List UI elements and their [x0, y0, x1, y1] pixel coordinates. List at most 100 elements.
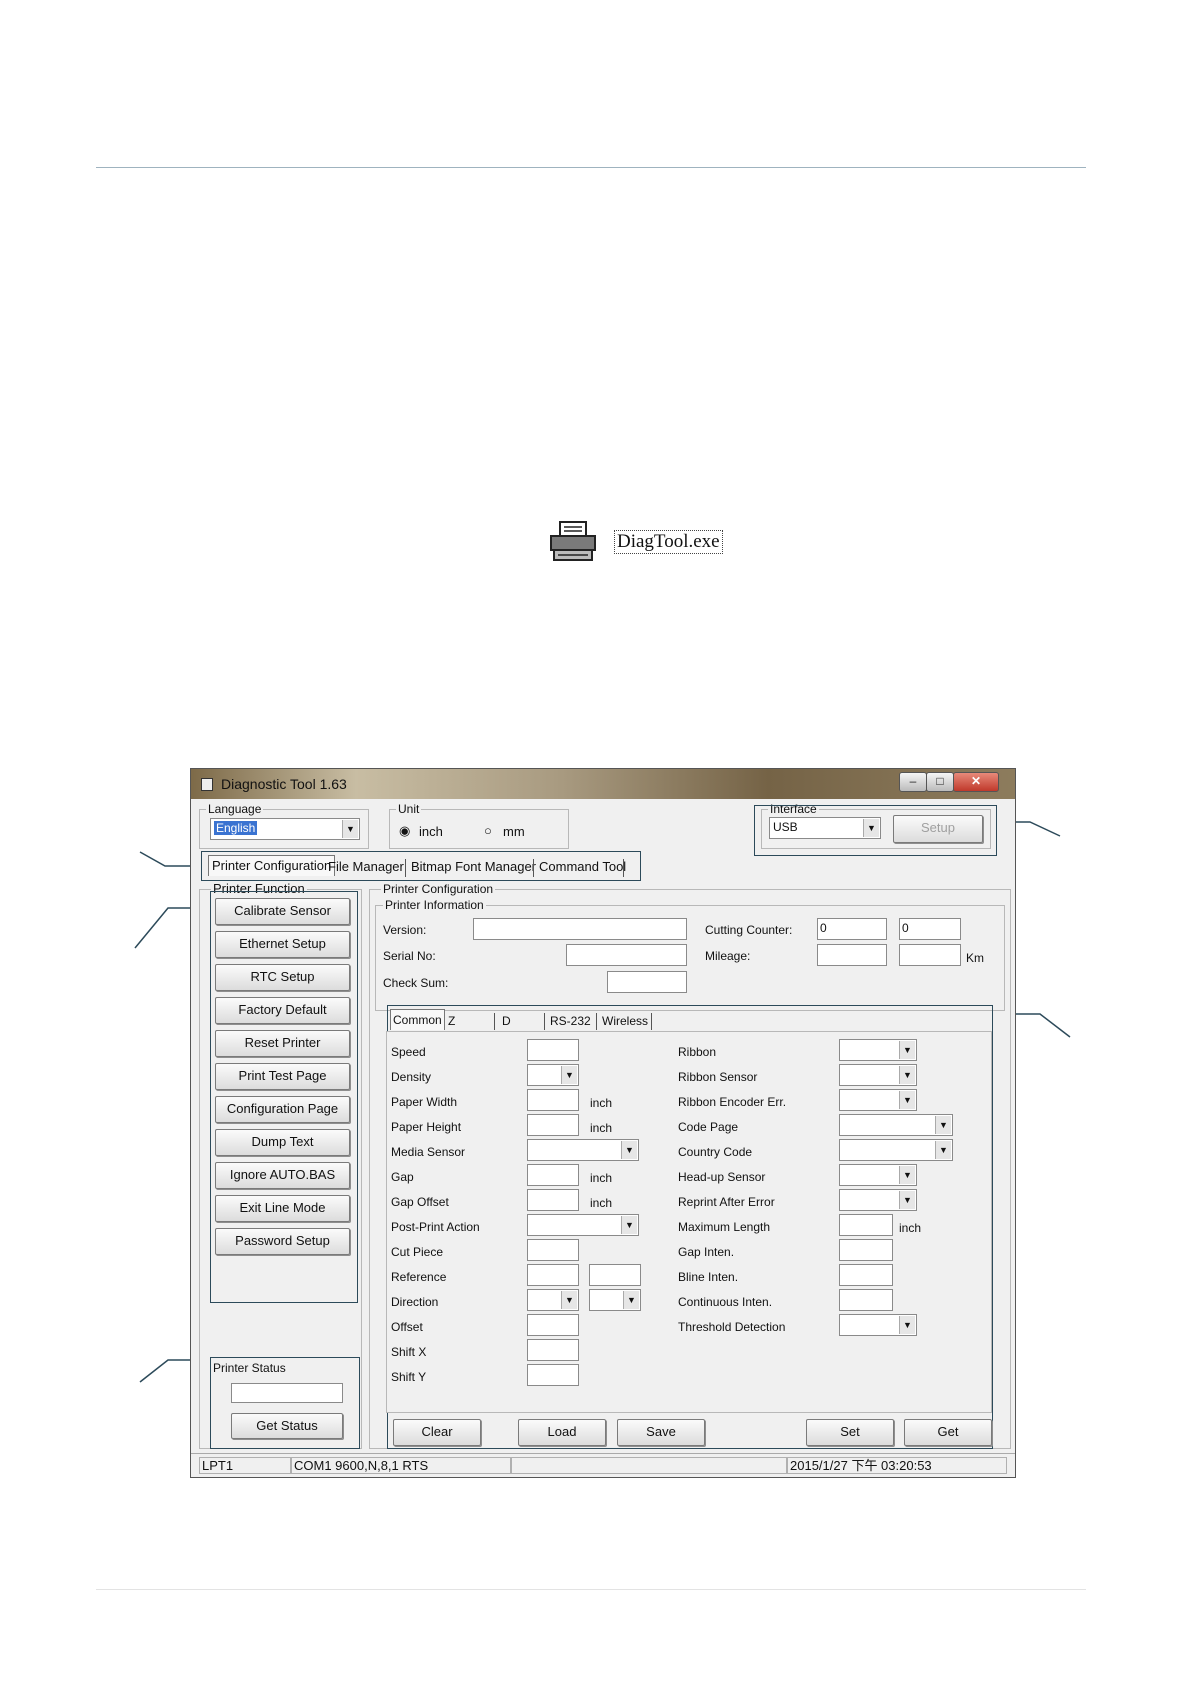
- serial-no-field[interactable]: [566, 944, 687, 966]
- ethernet-setup-button[interactable]: Ethernet Setup: [215, 931, 350, 958]
- chevron-down-icon[interactable]: ▼: [621, 1216, 637, 1234]
- ribbon-select[interactable]: ▼: [839, 1039, 917, 1061]
- shift-x-field[interactable]: [527, 1339, 579, 1361]
- tab-d[interactable]: D: [502, 1011, 511, 1031]
- printer-status-field[interactable]: [231, 1383, 343, 1403]
- code-page-select[interactable]: ▼: [839, 1114, 953, 1136]
- unit-mm-radio-icon[interactable]: ○: [484, 823, 492, 839]
- dump-text-button[interactable]: Dump Text: [215, 1129, 350, 1156]
- rtc-setup-button[interactable]: RTC Setup: [215, 964, 350, 991]
- post-print-action-select[interactable]: ▼: [527, 1214, 639, 1236]
- cut-piece-field[interactable]: [527, 1239, 579, 1261]
- maximum-length-field[interactable]: [839, 1214, 893, 1236]
- chevron-down-icon[interactable]: ▼: [899, 1166, 915, 1184]
- calibrate-sensor-button[interactable]: Calibrate Sensor: [215, 898, 350, 925]
- tab-divider: [651, 1013, 652, 1030]
- chevron-down-icon[interactable]: ▼: [623, 1291, 639, 1309]
- gap-field[interactable]: [527, 1164, 579, 1186]
- country-code-select[interactable]: ▼: [839, 1139, 953, 1161]
- factory-default-button[interactable]: Factory Default: [215, 997, 350, 1024]
- tab-divider: [596, 1013, 597, 1030]
- tab-wireless[interactable]: Wireless: [602, 1011, 648, 1031]
- get-status-button[interactable]: Get Status: [231, 1413, 343, 1439]
- cutting-counter-field-1[interactable]: 0: [817, 918, 887, 940]
- reset-printer-button[interactable]: Reset Printer: [215, 1030, 350, 1057]
- exit-line-mode-button[interactable]: Exit Line Mode: [215, 1195, 350, 1222]
- cutting-counter-field-2[interactable]: 0: [899, 918, 961, 940]
- chevron-down-icon[interactable]: ▼: [899, 1091, 915, 1109]
- minimize-button[interactable]: –: [899, 772, 927, 792]
- configuration-page-button[interactable]: Configuration Page: [215, 1096, 350, 1123]
- title-bar[interactable]: Diagnostic Tool 1.63 – □ ✕: [191, 769, 1015, 799]
- chevron-down-icon[interactable]: ▼: [899, 1066, 915, 1084]
- shift-y-field[interactable]: [527, 1364, 579, 1386]
- unit-mm-label[interactable]: mm: [503, 824, 525, 840]
- ribbon-encoder-err-select[interactable]: ▼: [839, 1089, 917, 1111]
- cut-piece-label: Cut Piece: [391, 1245, 444, 1259]
- set-button[interactable]: Set: [806, 1419, 894, 1446]
- head-up-sensor-select[interactable]: ▼: [839, 1164, 917, 1186]
- clear-button[interactable]: Clear: [393, 1419, 481, 1446]
- chevron-down-icon[interactable]: ▼: [899, 1191, 915, 1209]
- chevron-down-icon[interactable]: ▼: [561, 1066, 577, 1084]
- media-sensor-select[interactable]: ▼: [527, 1139, 639, 1161]
- gap-inten-field[interactable]: [839, 1239, 893, 1261]
- ribbon-sensor-label: Ribbon Sensor: [678, 1070, 758, 1084]
- maximize-button[interactable]: □: [926, 772, 954, 792]
- offset-field[interactable]: [527, 1314, 579, 1336]
- speed-field[interactable]: [527, 1039, 579, 1061]
- language-label: Language: [206, 802, 264, 816]
- chevron-down-icon[interactable]: ▼: [561, 1291, 577, 1309]
- check-sum-field[interactable]: [607, 971, 687, 993]
- paper-width-field[interactable]: [527, 1089, 579, 1111]
- tab-bitmap-font-manager[interactable]: Bitmap Font Manager: [411, 857, 536, 877]
- gap-offset-field[interactable]: [527, 1189, 579, 1211]
- mileage-field-1[interactable]: [817, 944, 887, 966]
- reprint-after-error-select[interactable]: ▼: [839, 1189, 917, 1211]
- chevron-down-icon[interactable]: ▼: [935, 1116, 951, 1134]
- get-button[interactable]: Get: [904, 1419, 992, 1446]
- ribbon-sensor-select[interactable]: ▼: [839, 1064, 917, 1086]
- ribbon-encoder-err-label: Ribbon Encoder Err.: [678, 1095, 787, 1109]
- continuous-inten-field[interactable]: [839, 1289, 893, 1311]
- print-test-page-button[interactable]: Print Test Page: [215, 1063, 350, 1090]
- mileage-label: Mileage:: [705, 949, 751, 963]
- unit-inch-radio-icon[interactable]: ◉: [399, 823, 410, 839]
- unit-inch-label[interactable]: inch: [419, 824, 443, 840]
- gap-label: Gap: [391, 1170, 414, 1184]
- mileage-field-2[interactable]: [899, 944, 961, 966]
- tab-z[interactable]: Z: [448, 1011, 455, 1031]
- direction-select-2[interactable]: ▼: [589, 1289, 641, 1311]
- ignore-auto-bas-button[interactable]: Ignore AUTO.BAS: [215, 1162, 350, 1189]
- threshold-detection-select[interactable]: ▼: [839, 1314, 917, 1336]
- tab-rs-232[interactable]: RS-232: [550, 1011, 591, 1031]
- app-icon: [201, 778, 213, 791]
- shift-y-label: Shift Y: [391, 1370, 427, 1384]
- chevron-down-icon[interactable]: ▼: [899, 1316, 915, 1334]
- direction-label: Direction: [391, 1295, 439, 1309]
- reference-y-field[interactable]: [589, 1264, 641, 1286]
- unit-label: Unit: [396, 802, 422, 816]
- bline-inten-field[interactable]: [839, 1264, 893, 1286]
- language-select[interactable]: English ▼: [210, 818, 360, 840]
- chevron-down-icon[interactable]: ▼: [621, 1141, 637, 1159]
- direction-select-1[interactable]: ▼: [527, 1289, 579, 1311]
- tab-file-manager[interactable]: File Manager: [328, 857, 404, 877]
- version-field[interactable]: [473, 918, 687, 940]
- inch-unit-label: inch: [590, 1196, 613, 1210]
- chevron-down-icon[interactable]: ▼: [899, 1041, 915, 1059]
- password-setup-button[interactable]: Password Setup: [215, 1228, 350, 1255]
- continuous-inten-label: Continuous Inten.: [678, 1295, 773, 1309]
- load-button[interactable]: Load: [518, 1419, 606, 1446]
- tab-common[interactable]: Common: [390, 1009, 445, 1030]
- paper-height-field[interactable]: [527, 1114, 579, 1136]
- tab-command-tool[interactable]: Command Tool: [539, 857, 626, 877]
- chevron-down-icon[interactable]: ▼: [342, 820, 358, 838]
- reference-x-field[interactable]: [527, 1264, 579, 1286]
- chevron-down-icon[interactable]: ▼: [935, 1141, 951, 1159]
- density-select[interactable]: ▼: [527, 1064, 579, 1086]
- close-button[interactable]: ✕: [953, 772, 999, 792]
- tab-printer-configuration[interactable]: Printer Configuration: [208, 855, 336, 876]
- save-button[interactable]: Save: [617, 1419, 705, 1446]
- check-sum-label: Check Sum:: [383, 976, 449, 990]
